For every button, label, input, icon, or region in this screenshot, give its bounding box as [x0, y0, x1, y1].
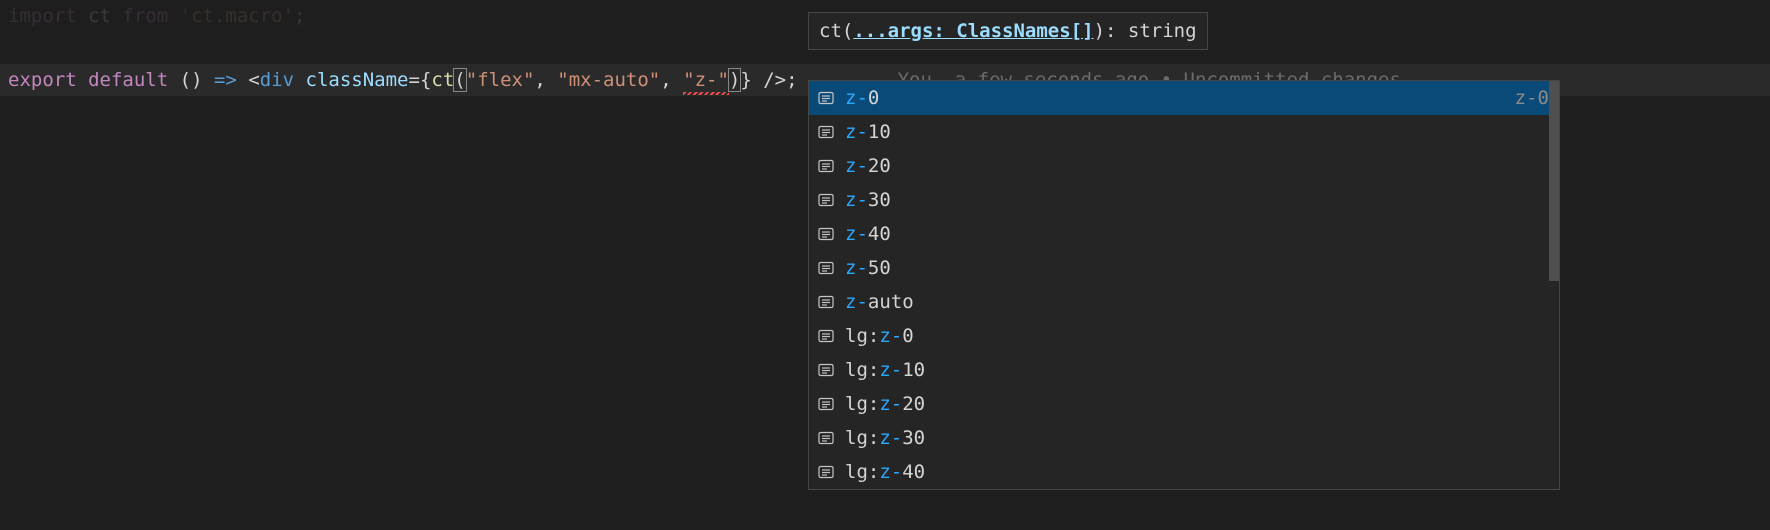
- suggest-item-label: z-40: [845, 220, 1553, 248]
- enum-member-icon: [815, 327, 837, 345]
- suggest-scrollbar-thumb[interactable]: [1549, 81, 1559, 281]
- suggest-item-label: z-30: [845, 186, 1553, 214]
- suggest-item[interactable]: lg:z-0: [809, 319, 1559, 353]
- enum-member-icon: [815, 259, 837, 277]
- enum-member-icon: [815, 89, 837, 107]
- autocomplete-popup[interactable]: z-0z-0 z-10 z-20 z-30 z-40 z-50 z-auto lg:z-0 lg…: [808, 80, 1560, 490]
- suggest-item-label: lg:z-10: [845, 356, 1553, 384]
- enum-member-icon: [815, 361, 837, 379]
- suggest-item[interactable]: z-0z-0: [809, 81, 1559, 115]
- suggest-item-label: z-auto: [845, 288, 1553, 316]
- suggest-item-label: lg:z-30: [845, 424, 1553, 452]
- suggest-item[interactable]: z-10: [809, 115, 1559, 149]
- signature-help-popup: ct(...args: ClassNames[]): string: [808, 12, 1208, 50]
- enum-member-icon: [815, 123, 837, 141]
- suggest-item[interactable]: z-30: [809, 183, 1559, 217]
- suggest-item[interactable]: z-20: [809, 149, 1559, 183]
- suggest-item-label: z-50: [845, 254, 1553, 282]
- suggest-scrollbar[interactable]: [1549, 81, 1559, 489]
- suggest-item-label: z-0: [845, 84, 1515, 112]
- enum-member-icon: [815, 429, 837, 447]
- signature-active-param: ...args: ClassNames[]: [853, 20, 1093, 42]
- suggest-item[interactable]: z-40: [809, 217, 1559, 251]
- suggest-item-label: lg:z-40: [845, 458, 1553, 486]
- enum-member-icon: [815, 191, 837, 209]
- suggest-item[interactable]: z-50: [809, 251, 1559, 285]
- suggest-item[interactable]: z-auto: [809, 285, 1559, 319]
- suggest-item-label: lg:z-20: [845, 390, 1553, 418]
- suggest-item-label: lg:z-0: [845, 322, 1553, 350]
- suggest-item[interactable]: lg:z-30: [809, 421, 1559, 455]
- enum-member-icon: [815, 395, 837, 413]
- enum-member-icon: [815, 463, 837, 481]
- enum-member-icon: [815, 293, 837, 311]
- suggest-item-detail: z-0: [1515, 84, 1553, 112]
- suggest-item-label: z-20: [845, 152, 1553, 180]
- suggest-item[interactable]: lg:z-40: [809, 455, 1559, 489]
- suggest-item[interactable]: lg:z-20: [809, 387, 1559, 421]
- suggest-item[interactable]: lg:z-10: [809, 353, 1559, 387]
- suggest-item-label: z-10: [845, 118, 1553, 146]
- enum-member-icon: [815, 225, 837, 243]
- enum-member-icon: [815, 157, 837, 175]
